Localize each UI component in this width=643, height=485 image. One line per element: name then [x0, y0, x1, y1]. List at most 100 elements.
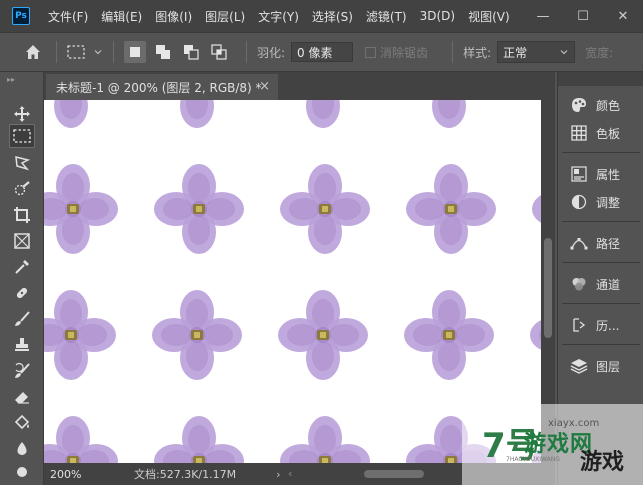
- dodge-tool[interactable]: [9, 461, 35, 485]
- panel-divider: [562, 221, 640, 222]
- flower-pattern-tile: [532, 164, 541, 254]
- history-brush-tool[interactable]: [9, 359, 35, 383]
- menu-view[interactable]: 视图(V): [468, 8, 510, 25]
- flower-pattern-tile: [404, 290, 494, 380]
- home-icon: [26, 45, 40, 59]
- panel-swatches[interactable]: 色板: [558, 120, 643, 146]
- frame-tool[interactable]: [9, 229, 35, 253]
- panel-swatches-label: 色板: [596, 126, 621, 141]
- add-selection-icon: [156, 45, 170, 59]
- subtract-selection-button[interactable]: [180, 41, 202, 63]
- options-bar: 羽化: 0 像素 消除锯齿 样式: 正常 宽度:: [0, 32, 643, 72]
- options-divider: [246, 41, 247, 63]
- menu-edit[interactable]: 编辑(E): [101, 8, 142, 25]
- layers-icon: [570, 357, 588, 375]
- tools-collapse-arrows[interactable]: ▸▸: [0, 72, 43, 86]
- stamp-icon: [15, 338, 29, 351]
- antialias-checkbox[interactable]: [365, 46, 377, 58]
- paths-icon: [570, 234, 588, 252]
- panel-divider: [562, 152, 640, 153]
- flower-pattern-tile: [44, 290, 116, 380]
- lasso-tool[interactable]: [9, 151, 35, 175]
- brush-tool[interactable]: [9, 307, 35, 331]
- panel-properties[interactable]: 属性: [558, 161, 643, 187]
- feather-input[interactable]: 0 像素: [291, 42, 354, 62]
- subtract-selection-icon: [184, 45, 199, 60]
- document-size-info: 文档:527.3K/1.17M: [134, 468, 237, 481]
- quick-select-tool[interactable]: [9, 177, 35, 201]
- lasso-icon: [15, 156, 31, 171]
- window-controls: — ☐ ✕: [523, 0, 643, 32]
- document-tab-title: 未标题-1 @ 200% (图层 2, RGB/8) *: [56, 80, 262, 95]
- clone-stamp-tool[interactable]: [9, 333, 35, 357]
- panel-dock-header[interactable]: [558, 72, 643, 86]
- close-button[interactable]: ✕: [603, 0, 643, 32]
- watermark-pinyin: 7HAOYOUXIWANG: [506, 456, 560, 463]
- properties-icon: [570, 165, 588, 183]
- close-tab-icon[interactable]: ×: [259, 79, 270, 94]
- paint-bucket-tool[interactable]: [9, 411, 35, 435]
- antialias-label: 消除锯齿: [380, 45, 429, 60]
- move-tool[interactable]: [9, 102, 35, 126]
- eraser-icon: [15, 392, 29, 404]
- eyedropper-tool[interactable]: [9, 255, 35, 279]
- menu-filter[interactable]: 滤镜(T): [366, 8, 407, 25]
- flower-pattern-tile: [530, 290, 541, 380]
- photoshop-logo: Ps: [12, 7, 30, 25]
- width-label: 宽度:: [585, 45, 614, 60]
- zoom-level-field[interactable]: 200%: [50, 466, 90, 482]
- panel-color[interactable]: 颜色: [558, 92, 643, 118]
- panel-adjustments[interactable]: 调整: [558, 189, 643, 215]
- scroll-left-arrow[interactable]: ‹: [288, 467, 292, 480]
- paint-bucket-icon: [14, 414, 30, 430]
- blur-tool[interactable]: [9, 437, 35, 461]
- panel-paths[interactable]: 路径: [558, 230, 643, 256]
- panel-layers[interactable]: 图层: [558, 353, 643, 379]
- menu-file[interactable]: 文件(F): [48, 8, 88, 25]
- style-select[interactable]: 正常: [497, 41, 576, 63]
- menu-image[interactable]: 图像(I): [155, 8, 192, 25]
- tool-preset-picker[interactable]: [67, 41, 103, 63]
- panel-color-label: 颜色: [596, 98, 621, 113]
- quick-select-icon: [14, 181, 30, 196]
- flower-pattern-tile: [44, 164, 118, 254]
- flower-pattern-tile: [404, 100, 494, 128]
- menu-layer[interactable]: 图层(L): [205, 8, 245, 25]
- color-palette-icon: [570, 96, 588, 114]
- horizontal-scrollbar[interactable]: ‹: [288, 467, 438, 480]
- document-tab[interactable]: 未标题-1 @ 200% (图层 2, RGB/8) * ×: [46, 74, 278, 100]
- style-label: 样式:: [463, 45, 492, 60]
- horizontal-scroll-thumb[interactable]: [364, 470, 424, 478]
- eraser-tool[interactable]: [9, 385, 35, 409]
- flower-pattern-tile: [278, 100, 368, 128]
- menu-3d[interactable]: 3D(D): [420, 9, 455, 23]
- healing-brush-tool[interactable]: [9, 281, 35, 305]
- panel-properties-label: 属性: [596, 167, 621, 182]
- flower-pattern-tile: [280, 164, 370, 254]
- history-icon: [570, 316, 588, 334]
- new-selection-button[interactable]: [124, 41, 146, 63]
- panel-channels-label: 通道: [596, 277, 621, 292]
- panel-history[interactable]: 历...: [558, 312, 643, 338]
- style-select-value: 正常: [503, 45, 528, 60]
- vertical-scroll-thumb[interactable]: [544, 238, 552, 338]
- rect-marquee-tool[interactable]: [9, 124, 35, 148]
- menu-select[interactable]: 选择(S): [312, 8, 353, 25]
- panel-channels[interactable]: 通道: [558, 271, 643, 297]
- swatches-grid-icon: [570, 124, 588, 142]
- intersect-selection-button[interactable]: [208, 41, 230, 63]
- panel-paths-label: 路径: [596, 236, 621, 251]
- home-button[interactable]: [20, 39, 46, 65]
- flower-pattern-tile: [280, 416, 370, 463]
- chevron-down-icon: [94, 50, 102, 55]
- eyedropper-icon: [15, 260, 29, 274]
- menu-type[interactable]: 文字(Y): [258, 8, 299, 25]
- minimize-button[interactable]: —: [523, 0, 563, 32]
- panel-divider: [562, 344, 640, 345]
- flower-pattern-tile: [152, 100, 242, 128]
- status-menu-arrow[interactable]: ›: [276, 468, 280, 481]
- crop-tool[interactable]: [9, 203, 35, 227]
- add-selection-button[interactable]: [152, 41, 174, 63]
- panel-layers-label: 图层: [596, 359, 621, 374]
- maximize-button[interactable]: ☐: [563, 0, 603, 32]
